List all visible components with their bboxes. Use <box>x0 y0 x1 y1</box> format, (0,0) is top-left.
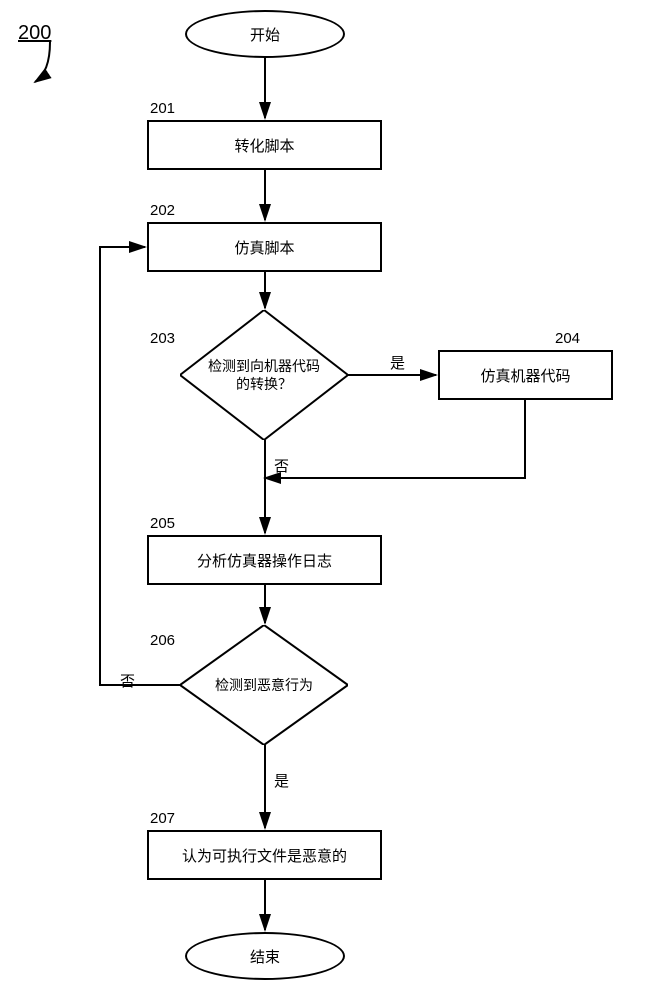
flowchart-canvas: 200 开始 201 转化脚本 202 仿真脚本 203 检测到向机器代码的转换… <box>0 0 655 1000</box>
step-206-text: 检测到恶意行为 <box>199 670 329 700</box>
step-203-text: 检测到向机器代码的转换？ <box>199 351 329 399</box>
flow-edges <box>0 0 655 1000</box>
